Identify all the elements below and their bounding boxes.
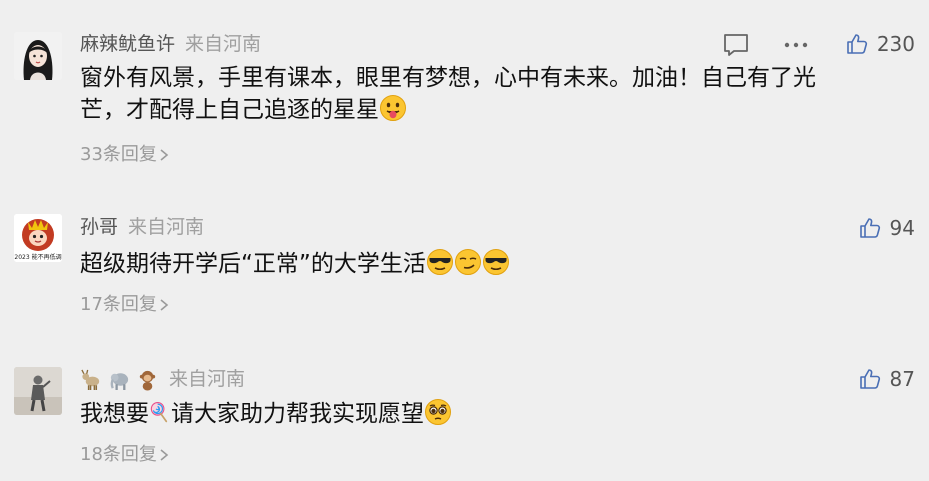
comment-item: 来自河南 87 我想要 请大家助力帮我实现愿望 18条回复 (0, 345, 929, 481)
avatar[interactable]: 2023 能不再低调 (14, 214, 62, 262)
location-label: 来自河南 (169, 368, 246, 390)
comment-text-line: 窗外有风景，手里有课本，眼里有梦想，心中有未来。加油！自己有了光 (80, 65, 816, 91)
location-label: 来自河南 (128, 216, 205, 238)
goat-emoji (81, 369, 100, 390)
comment-text: 窗外有风景，手里有课本，眼里有梦想，心中有未来。加油！自己有了光 芒，才配得上自… (80, 62, 900, 126)
username[interactable] (80, 368, 159, 391)
sunglasses-emoji (482, 248, 510, 276)
elephant-emoji (110, 372, 129, 390)
comment-text: 超级期待开学后“正常”的大学生活 (80, 248, 900, 280)
chevron-right-icon (160, 299, 169, 311)
chevron-right-icon (160, 149, 169, 161)
like-button[interactable]: 87 (858, 364, 915, 394)
comment-text-segment: 芒，才配得上自己追逐的星星 (80, 97, 379, 123)
comment-text-segment: 我想要 (80, 401, 149, 427)
sunglasses-emoji (426, 248, 454, 276)
lollipop-emoji (149, 398, 171, 426)
view-replies-link[interactable]: 17条回复 (80, 293, 169, 317)
location-label: 来自河南 (185, 33, 262, 55)
username[interactable]: 孙哥 (80, 215, 118, 239)
comment-meta: 来自河南 (80, 367, 245, 391)
reply-count: 17条回复 (80, 294, 157, 315)
comment-item: 麻辣鱿鱼许 来自河南 230 窗外有风景，手里有课本，眼里有梦想，心中有未来。加… (0, 0, 929, 180)
thumbs-up-icon (859, 218, 880, 238)
tongue-face-emoji (379, 94, 407, 122)
pleading-face-emoji (424, 398, 452, 426)
smirk-emoji (454, 248, 482, 276)
thumbs-up-icon (859, 369, 880, 389)
comment-meta: 麻辣鱿鱼许 来自河南 (80, 32, 261, 56)
view-replies-link[interactable]: 33条回复 (80, 143, 169, 167)
comment-meta: 孙哥 来自河南 (80, 215, 204, 239)
comment-item: 2023 能不再低调 孙哥 来自河南 94 超级期待开学后“正常”的大学生活 1… (0, 180, 929, 345)
reply-count: 33条回复 (80, 144, 157, 165)
monkey-emoji (139, 370, 156, 391)
reply-count: 18条回复 (80, 444, 157, 465)
avatar-caption: 2023 能不再低调 (14, 253, 61, 261)
thumbs-up-icon (847, 34, 867, 54)
comment-text-segment: 请大家助力帮我实现愿望 (171, 401, 424, 427)
avatar[interactable] (14, 367, 62, 415)
like-button[interactable]: 230 (845, 29, 915, 59)
like-count: 230 (876, 32, 915, 56)
like-count: 87 (889, 367, 915, 391)
more-options-icon[interactable] (781, 30, 811, 60)
view-replies-link[interactable]: 18条回复 (80, 443, 169, 467)
like-button[interactable]: 94 (858, 213, 915, 243)
like-count: 94 (889, 216, 915, 240)
comment-text-segment: 超级期待开学后“正常”的大学生活 (80, 251, 426, 277)
comment-text-line: 芒，才配得上自己追逐的星星 (80, 94, 900, 126)
chevron-right-icon (160, 449, 169, 461)
comment-text: 我想要 请大家助力帮我实现愿望 (80, 398, 900, 430)
username[interactable]: 麻辣鱿鱼许 (80, 32, 175, 56)
reply-icon[interactable] (721, 30, 751, 60)
avatar[interactable] (14, 32, 62, 80)
